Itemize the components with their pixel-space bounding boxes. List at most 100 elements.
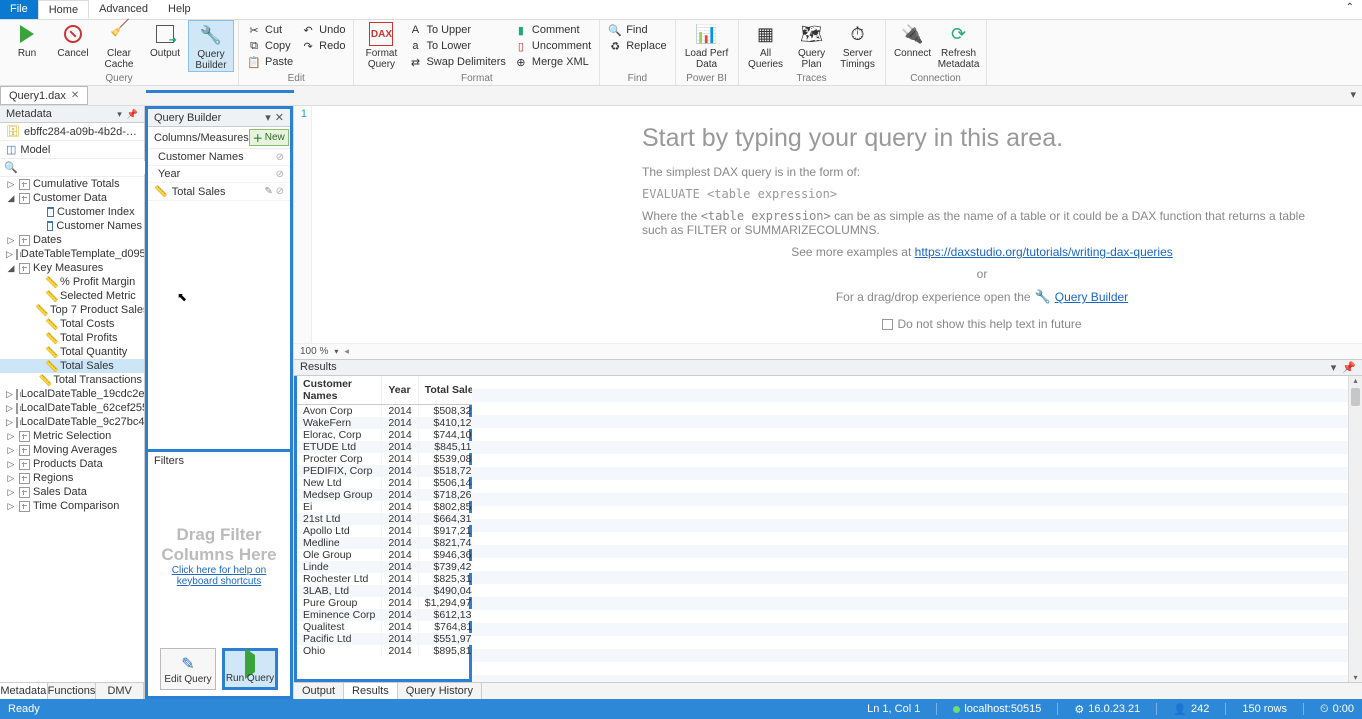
server-timings-button[interactable]: ⏱Server Timings xyxy=(835,20,881,70)
tab-functions[interactable]: Functions xyxy=(48,683,97,699)
scroll-up-icon[interactable]: ▴ xyxy=(1349,376,1362,385)
tree-leaf[interactable]: 📏Top 7 Product Sales xyxy=(0,303,144,317)
refresh-metadata-button[interactable]: ⟳Refresh Metadata xyxy=(936,20,982,70)
paste-button[interactable]: 📋Paste xyxy=(243,54,297,70)
tree-node[interactable]: ▷Sales Data xyxy=(0,485,144,499)
tree-node[interactable]: ▷Cumulative Totals xyxy=(0,177,144,191)
column-header[interactable]: Customer Names xyxy=(297,376,382,405)
tree-node[interactable]: ▷Moving Averages xyxy=(0,443,144,457)
clear-cache-button[interactable]: Clear Cache xyxy=(96,20,142,70)
tab-help[interactable]: Help xyxy=(158,0,201,19)
close-tab-icon[interactable]: ✕ xyxy=(71,90,79,101)
table-row[interactable]: ETUDE Ltd2014$845,117.90 xyxy=(297,441,498,453)
table-row[interactable]: Apollo Ltd2014$917,216.60 xyxy=(297,525,498,537)
results-table[interactable]: Customer NamesYearTotal SalesAvon Corp20… xyxy=(297,376,499,657)
tree-node[interactable]: ▷Dates xyxy=(0,233,144,247)
results-dropdown-icon[interactable]: ▾ xyxy=(1331,361,1337,374)
merge-xml-button[interactable]: ⊕Merge XML xyxy=(510,54,595,70)
hide-help-checkbox[interactable] xyxy=(882,319,893,330)
scroll-thumb[interactable] xyxy=(1351,388,1360,406)
tab-metadata[interactable]: Metadata xyxy=(0,683,48,699)
table-row[interactable]: Medsep Group2014$718,266.80 xyxy=(297,489,498,501)
database-selector[interactable]: 🗄 ebffc284-a09b-4b2d-a1b8- xyxy=(0,123,144,141)
tree-leaf[interactable]: Customer Names xyxy=(0,219,144,233)
zoom-level[interactable]: 100 % xyxy=(300,346,328,357)
run-query-button[interactable]: Run Query xyxy=(222,648,278,690)
tutorials-link[interactable]: https://daxstudio.org/tutorials/writing-… xyxy=(915,245,1173,259)
scroll-down-icon[interactable]: ▾ xyxy=(1349,673,1362,682)
tabs-dropdown-icon[interactable]: ▾ xyxy=(1344,86,1362,105)
results-pin-icon[interactable]: 📌 xyxy=(1342,361,1356,374)
results-scrollbar[interactable]: ▴ ▾ xyxy=(1348,376,1362,682)
tree-leaf[interactable]: 📏Total Quantity xyxy=(0,345,144,359)
table-row[interactable]: PEDIFIX, Corp2014$518,720.70 xyxy=(297,465,498,477)
qb-item[interactable]: 📏Total Sales✎ ⊘ xyxy=(148,183,290,201)
table-row[interactable]: Qualitest2014$764,811.70 xyxy=(297,621,498,633)
tab-advanced[interactable]: Advanced xyxy=(89,0,158,19)
zoom-nav-left-icon[interactable]: ◂ xyxy=(344,346,349,357)
tree-node[interactable]: ▷Regions xyxy=(0,471,144,485)
tree-node[interactable]: ▷Products Data xyxy=(0,457,144,471)
table-row[interactable]: Eminence Corp2014$612,138.80 xyxy=(297,609,498,621)
tab-output[interactable]: Output xyxy=(294,683,344,699)
table-row[interactable]: Ohio2014$895,810.10 xyxy=(297,645,498,657)
edit-query-button[interactable]: ✎Edit Query xyxy=(160,648,216,690)
document-tab[interactable]: Query1.dax ✕ xyxy=(0,86,88,105)
table-row[interactable]: Rochester Ltd2014$825,312.70 xyxy=(297,573,498,585)
tree-node[interactable]: ▷LocalDateTable_19cdc2e1- xyxy=(0,387,144,401)
format-query-button[interactable]: DAXFormat Query xyxy=(358,20,404,70)
find-button[interactable]: 🔍Find xyxy=(604,22,670,38)
table-row[interactable]: Pacific Ltd2014$551,972.80 xyxy=(297,633,498,645)
qb-item[interactable]: Year ⊘ xyxy=(148,166,290,183)
tree-node[interactable]: ▷Time Comparison xyxy=(0,499,144,513)
connect-button[interactable]: 🔌Connect xyxy=(890,20,936,59)
query-builder-button[interactable]: 🔧Query Builder xyxy=(188,20,234,72)
uncomment-button[interactable]: ▯Uncomment xyxy=(510,38,595,54)
tree-node[interactable]: ▷LocalDateTable_62cef255-0 xyxy=(0,401,144,415)
zoom-dropdown-icon[interactable]: ▾ xyxy=(334,347,338,356)
copy-button[interactable]: ⧉Copy xyxy=(243,38,297,54)
table-row[interactable]: Ole Group2014$946,361.60 xyxy=(297,549,498,561)
keyboard-shortcuts-link[interactable]: Click here for help onkeyboard shortcuts xyxy=(172,565,267,587)
tree-node[interactable]: ◢Key Measures xyxy=(0,261,144,275)
tree-leaf[interactable]: Customer Index xyxy=(0,205,144,219)
tree-node[interactable]: ▷DateTableTemplate_d095fb xyxy=(0,247,144,261)
query-plan-button[interactable]: 🗺Query Plan xyxy=(789,20,835,70)
tree-leaf[interactable]: 📏% Profit Margin xyxy=(0,275,144,289)
cancel-button[interactable]: Cancel xyxy=(50,20,96,59)
open-qb-link[interactable]: Query Builder xyxy=(1055,290,1128,304)
table-row[interactable]: Avon Corp2014$508,329.00 xyxy=(297,405,498,418)
table-row[interactable]: Linde2014$739,425.40 xyxy=(297,561,498,573)
tree-node[interactable]: ▷Metric Selection xyxy=(0,429,144,443)
table-row[interactable]: New Ltd2014$506,144.80 xyxy=(297,477,498,489)
tree-node[interactable]: ◢Customer Data xyxy=(0,191,144,205)
table-row[interactable]: Pure Group2014$1,294,976.00 xyxy=(297,597,498,609)
table-row[interactable]: Procter Corp2014$539,088.70 xyxy=(297,453,498,465)
table-row[interactable]: 3LAB, Ltd2014$490,044.70 xyxy=(297,585,498,597)
table-row[interactable]: 21st Ltd2014$664,318.40 xyxy=(297,513,498,525)
redo-button[interactable]: ↷Redo xyxy=(297,38,349,54)
tab-dmv[interactable]: DMV xyxy=(96,683,144,699)
to-upper-button[interactable]: ATo Upper xyxy=(404,22,509,38)
tree-leaf[interactable]: 📏Selected Metric xyxy=(0,289,144,303)
metadata-tree[interactable]: ▷Cumulative Totals◢Customer DataCustomer… xyxy=(0,177,144,682)
tree-leaf[interactable]: 📏Total Costs xyxy=(0,317,144,331)
all-queries-button[interactable]: ▦All Queries xyxy=(743,20,789,70)
model-selector[interactable]: ◫ Model xyxy=(0,141,144,159)
table-row[interactable]: Ei2014$802,854.30 xyxy=(297,501,498,513)
table-row[interactable]: WakeFern2014$410,127.10 xyxy=(297,417,498,429)
table-row[interactable]: Medline2014$821,741.60 xyxy=(297,537,498,549)
undo-button[interactable]: ↶Undo xyxy=(297,22,349,38)
qb-item[interactable]: Customer Names ⊘ xyxy=(148,149,290,166)
to-lower-button[interactable]: aTo Lower xyxy=(404,38,509,54)
comment-button[interactable]: ▮Comment xyxy=(510,22,595,38)
qb-new-button[interactable]: ＋New xyxy=(249,129,289,146)
tree-leaf[interactable]: 📏Total Profits xyxy=(0,331,144,345)
ribbon-collapse-icon[interactable]: ⌃ xyxy=(1338,0,1362,19)
tab-home[interactable]: Home xyxy=(38,0,89,19)
filters-dropzone[interactable]: Drag Filter Columns Here Click here for … xyxy=(148,470,290,643)
table-row[interactable]: Elorac, Corp2014$744,108.70 xyxy=(297,429,498,441)
cut-button[interactable]: ✂Cut xyxy=(243,22,297,38)
swap-delim-button[interactable]: ⇄Swap Delimiters xyxy=(404,54,509,70)
qb-dropdown-icon[interactable]: ▾ xyxy=(265,111,271,124)
